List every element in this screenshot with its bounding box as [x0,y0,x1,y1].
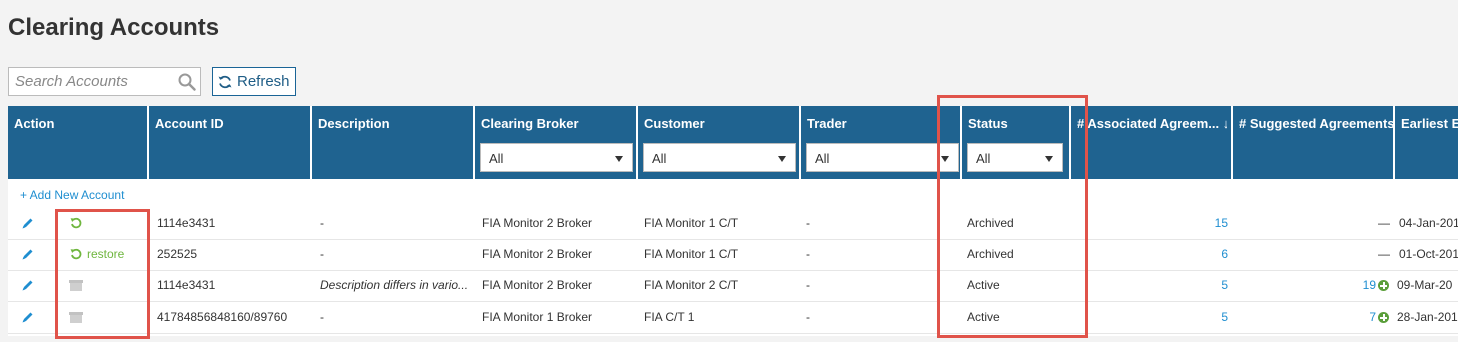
pencil-icon[interactable] [21,311,34,324]
customer-cell: FIA Monitor 2 C/T [644,278,739,292]
chevron-down-icon [778,156,786,162]
account-id-cell: 1114e3431 [157,216,216,230]
search-input[interactable] [9,68,174,95]
associated-agreements-link[interactable]: 6 [1071,239,1228,270]
account-id-cell: 252525 [157,247,198,261]
earliest-effective-cell: 04-Jan-201 [1399,216,1458,230]
column-header-customer[interactable]: Customer All [638,106,801,179]
associated-agreements-link[interactable]: 5 [1071,270,1228,301]
column-header-earliest-effective[interactable]: Earliest Ef [1395,106,1458,179]
column-label: Trader [807,116,847,131]
pencil-icon[interactable] [21,217,34,230]
grid-header: Action Account ID Description Clearing B… [8,106,1458,179]
table-row[interactable]: 1114e3431 - FIA Monitor 2 Broker FIA Mon… [8,208,1458,240]
column-label: Description [318,116,390,131]
suggested-agreements-link[interactable]: 7 [1233,302,1376,333]
description-cell: Description differs in vario... [320,278,469,292]
trader-cell: - [806,310,810,324]
column-label: Earliest Ef [1401,116,1458,131]
refresh-label: Refresh [237,73,290,90]
add-new-account-link[interactable]: + Add New Account [20,188,124,202]
refresh-button[interactable]: Refresh [212,67,296,96]
suggested-agreements-cell: — [1378,247,1390,261]
table-row[interactable]: 41784856848160/89760 - FIA Monitor 1 Bro… [8,302,1458,334]
refresh-icon [218,75,232,88]
status-column-highlight [937,95,1088,338]
trader-cell: - [806,247,810,261]
column-header-suggested-agreements[interactable]: # Suggested Agreements [1233,106,1395,179]
description-cell: - [320,247,324,261]
table-row[interactable]: 1114e3431 Description differs in vario..… [8,270,1458,302]
associated-agreements-link[interactable]: 15 [1071,208,1228,239]
column-label: Account ID [155,116,224,131]
trader-cell: - [806,216,810,230]
filter-value: All [489,151,504,166]
filter-value: All [652,151,667,166]
earliest-effective-cell: 01-Oct-201 [1399,247,1458,261]
clearing-broker-cell: FIA Monitor 2 Broker [482,247,593,261]
column-label: # Suggested Agreements [1239,116,1395,131]
page-title: Clearing Accounts [8,14,220,41]
trader-cell: - [806,278,810,292]
plus-circle-icon[interactable] [1378,280,1389,291]
account-id-cell: 41784856848160/89760 [157,310,288,324]
clearing-broker-cell: FIA Monitor 1 Broker [482,310,593,324]
clearing-broker-cell: FIA Monitor 2 Broker [482,278,593,292]
clearing-broker-filter[interactable]: All [480,143,633,172]
customer-cell: FIA C/T 1 [644,310,695,324]
earliest-effective-cell: 28-Jan-201 [1397,310,1458,324]
column-header-associated-agreements[interactable]: # Associated Agreem... ↓ [1071,106,1233,179]
plus-circle-icon[interactable] [1378,312,1389,323]
column-header-account-id[interactable]: Account ID [149,106,312,179]
search-box[interactable] [8,67,201,96]
description-cell: - [320,310,324,324]
column-label: Action [14,116,55,131]
customer-cell: FIA Monitor 1 C/T [644,216,739,230]
pencil-icon[interactable] [21,248,34,261]
account-id-cell: 1114e3431 [157,278,216,292]
filter-value: All [815,151,830,166]
suggested-agreements-cell: — [1378,216,1390,230]
pencil-icon[interactable] [21,279,34,292]
column-label: # Associated Agreem... ↓ [1077,116,1227,131]
clearing-broker-cell: FIA Monitor 2 Broker [482,216,593,230]
accounts-grid: Action Account ID Description Clearing B… [8,106,1458,336]
column-header-clearing-broker[interactable]: Clearing Broker All [475,106,638,179]
column-label: Clearing Broker [481,116,579,131]
column-header-description[interactable]: Description [312,106,475,179]
action-column-highlight [55,209,150,339]
customer-cell: FIA Monitor 1 C/T [644,247,739,261]
customer-filter[interactable]: All [643,143,796,172]
description-cell: - [320,216,324,230]
associated-agreements-link[interactable]: 5 [1071,302,1228,333]
chevron-down-icon [615,156,623,162]
column-label: Customer [644,116,705,131]
search-icon[interactable] [178,73,196,91]
column-header-action[interactable]: Action [8,106,149,179]
table-row[interactable]: restore 252525 - FIA Monitor 2 Broker FI… [8,239,1458,271]
earliest-effective-cell: 09-Mar-20 [1397,278,1453,292]
suggested-agreements-link[interactable]: 19 [1233,270,1376,301]
